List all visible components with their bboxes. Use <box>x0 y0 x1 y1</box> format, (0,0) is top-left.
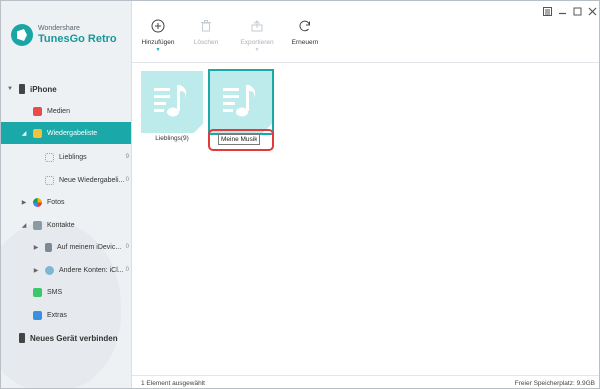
caret-down-icon[interactable]: ▼ <box>255 47 260 53</box>
sidebar-item-label: Kontakte <box>47 221 75 229</box>
add-label: Hinzufügen <box>141 39 175 46</box>
extras-icon <box>33 310 42 320</box>
selection-status: 1 Element ausgewählt <box>141 379 205 387</box>
logo-icon <box>11 24 33 46</box>
export-label: Exportieren <box>240 39 274 46</box>
status-bar: 1 Element ausgewählt Freier Speicherplat… <box>132 375 599 388</box>
playlist-tile-new[interactable] <box>208 69 274 135</box>
caret-down-icon[interactable]: ▼ <box>156 47 161 53</box>
item-count: 9 <box>125 154 129 160</box>
sidebar-item-iphone[interactable]: ▼ iPhone <box>1 78 131 100</box>
sidebar-item-label: Auf meinem iDevic... <box>57 243 122 251</box>
delete-label: Löschen <box>193 39 219 46</box>
sidebar-item-label: Andere Konten: iCl... <box>59 266 124 274</box>
plus-circle-icon <box>151 19 165 33</box>
sidebar-item-label: Fotos <box>47 198 65 206</box>
playlist-art <box>141 71 203 133</box>
sidebar-item-medien[interactable]: Medien <box>1 100 131 122</box>
menu-icon[interactable] <box>541 5 553 17</box>
playlist-icon <box>33 128 42 138</box>
close-icon[interactable] <box>586 5 598 17</box>
sidebar-item-andere-konten[interactable]: ▶ Andere Konten: iCl... 0 <box>1 259 131 281</box>
sidebar-item-label: iPhone <box>30 84 57 94</box>
sidebar-item-sms[interactable]: SMS <box>1 281 131 303</box>
sidebar: Wondershare TunesGo Retro ▼ iPhone Medie… <box>1 1 132 388</box>
sidebar-item-label: SMS <box>47 288 63 296</box>
toolbar: Hinzufügen ▼ Löschen Exportieren ▼ Erneu… <box>132 1 599 63</box>
refresh-icon <box>299 20 310 32</box>
phone-icon <box>19 84 25 94</box>
connect-device-icon <box>19 333 25 343</box>
sidebar-item-neues-geraet[interactable]: Neues Gerät verbinden <box>1 327 131 349</box>
maximize-icon[interactable] <box>571 5 583 17</box>
sidebar-item-label: Medien <box>47 107 70 115</box>
music-icon <box>33 106 42 116</box>
device-contacts-icon <box>45 242 52 252</box>
playlist-tile-lieblings[interactable] <box>141 71 203 133</box>
item-count: 0 <box>125 244 129 250</box>
caret-expanded-icon[interactable]: ◢ <box>21 222 27 229</box>
sidebar-item-label: Neue Wiedergabeli... <box>59 176 125 184</box>
sidebar-item-lieblings[interactable]: Lieblings 9 <box>1 146 131 168</box>
playlist-name: Lieblings(9) <box>155 135 189 142</box>
rename-input[interactable] <box>218 134 260 145</box>
sidebar-item-neue-wiedergabeliste[interactable]: Neue Wiedergabeli... 0 <box>1 169 131 191</box>
export-button[interactable]: Exportieren ▼ <box>232 19 282 59</box>
logo-brand: Wondershare <box>38 24 80 32</box>
caret-right-icon[interactable]: ▶ <box>33 267 39 274</box>
sidebar-item-fotos[interactable]: ▶ Fotos <box>1 191 131 213</box>
refresh-label: Erneuern <box>291 39 319 46</box>
cloud-contacts-icon <box>45 265 54 275</box>
caret-right-icon[interactable]: ▶ <box>21 199 27 206</box>
export-icon <box>251 20 263 32</box>
free-space-status: Freier Speicherplatz: 9.9GB <box>514 379 595 387</box>
minimize-icon[interactable] <box>556 5 568 17</box>
delete-button[interactable]: Löschen <box>181 19 231 59</box>
caret-expanded-icon[interactable]: ◢ <box>21 130 27 137</box>
caret-down-icon[interactable]: ▼ <box>7 86 13 92</box>
item-count: 0 <box>125 267 129 273</box>
music-note-icon <box>154 85 187 117</box>
trash-icon <box>201 20 211 32</box>
sidebar-item-label: Lieblings <box>59 153 87 161</box>
playlist-item-icon <box>45 175 54 185</box>
sidebar-item-auf-meinem-idevice[interactable]: ▶ Auf meinem iDevic... 0 <box>1 236 131 258</box>
sms-icon <box>33 287 42 297</box>
playlist-item-icon <box>45 152 54 162</box>
playlist-grid: Lieblings(9) <box>132 63 599 375</box>
contacts-icon <box>33 220 42 230</box>
caret-right-icon[interactable]: ▶ <box>33 244 39 251</box>
photos-icon <box>33 197 42 207</box>
add-button[interactable]: Hinzufügen ▼ <box>133 19 183 59</box>
app-window: Wondershare TunesGo Retro ▼ iPhone Medie… <box>0 0 600 389</box>
sidebar-item-wiedergabeliste[interactable]: ◢ Wiedergabeliste <box>1 122 131 144</box>
playlist-art <box>210 71 272 133</box>
sidebar-item-label: Wiedergabeliste <box>47 129 98 137</box>
sidebar-item-kontakte[interactable]: ◢ Kontakte <box>1 214 131 236</box>
app-logo: Wondershare TunesGo Retro <box>11 15 117 55</box>
sidebar-item-label: Neues Gerät verbinden <box>30 333 118 343</box>
item-count: 0 <box>125 177 129 183</box>
sidebar-item-extras[interactable]: Extras <box>1 304 131 326</box>
refresh-button[interactable]: Erneuern <box>280 19 330 59</box>
logo-product: TunesGo Retro <box>38 32 117 45</box>
music-note-icon <box>223 85 256 117</box>
sidebar-item-label: Extras <box>47 311 67 319</box>
